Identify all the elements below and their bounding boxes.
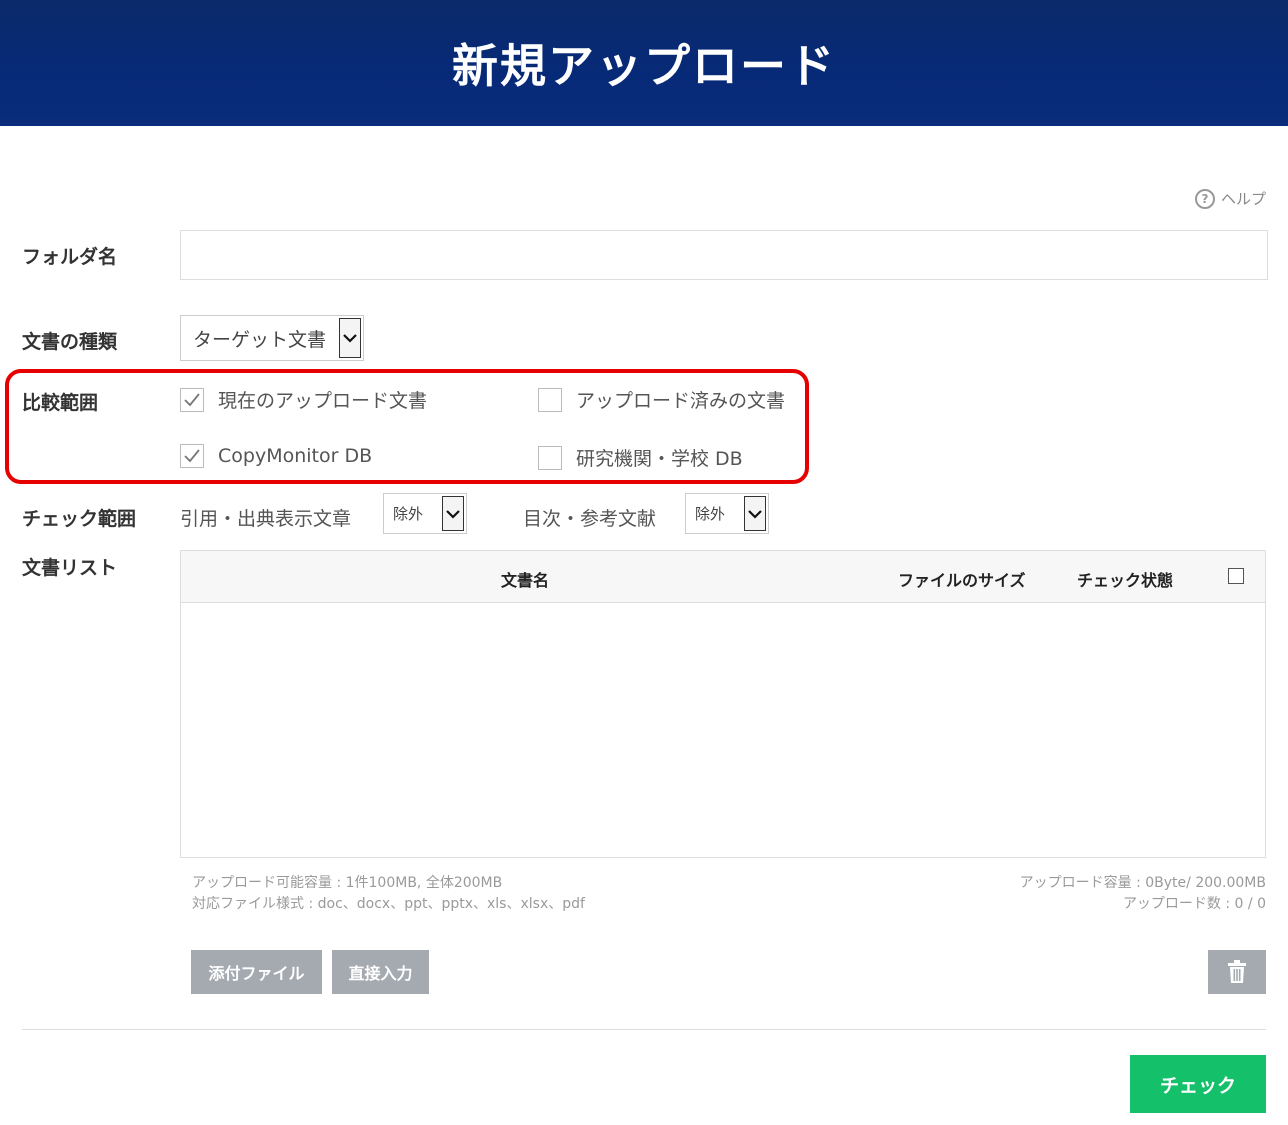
- checkbox-label: CopyMonitor DB: [218, 445, 373, 467]
- doc-type-value: ターゲット文書: [193, 328, 327, 351]
- compare-copymonitor-db[interactable]: CopyMonitor DB: [180, 444, 372, 468]
- folder-name-label: フォルダ名: [22, 246, 118, 268]
- checkbox[interactable]: [180, 387, 204, 412]
- doc-type-select[interactable]: ターゲット文書: [180, 315, 364, 361]
- scope-citation-value: 除外: [393, 505, 424, 523]
- scope-toc-label: 目次・参考文献: [523, 508, 657, 530]
- checkbox[interactable]: [180, 444, 204, 468]
- divider: [22, 1029, 1266, 1030]
- usage-text: アップロード容量 : 0Byte/ 200.00MB: [1019, 875, 1266, 891]
- chevron-down-icon: [442, 496, 464, 531]
- doc-list-label: 文書リスト: [22, 557, 118, 579]
- help-link[interactable]: ? ヘルプ: [1194, 188, 1266, 209]
- select-all-checkbox[interactable]: [1228, 568, 1244, 584]
- doc-list-table[interactable]: 文書名 ファイルのサイズ チェック状態: [180, 550, 1266, 858]
- help-label: ヘルプ: [1220, 190, 1266, 208]
- help-circle-icon: ?: [1194, 188, 1215, 209]
- checkmark-icon: [184, 449, 200, 463]
- trash-icon: [1228, 960, 1246, 983]
- upload-usage-info: アップロード容量 : 0Byte/ 200.00MB アップロード数 : 0 /…: [1020, 873, 1266, 915]
- col-file-size: ファイルのサイズ: [898, 571, 1026, 590]
- check-button[interactable]: チェック: [1130, 1055, 1266, 1113]
- chevron-down-icon: [744, 496, 766, 531]
- count-text: アップロード数 : 0 / 0: [1122, 896, 1266, 912]
- compare-institution-db[interactable]: 研究機関・学校 DB: [538, 444, 743, 471]
- attach-file-button[interactable]: 添付ファイル: [191, 950, 322, 994]
- scope-toc-value: 除外: [695, 505, 726, 523]
- checkbox[interactable]: [538, 387, 562, 412]
- page-title: 新規アップロード: [452, 39, 836, 93]
- scope-toc-select[interactable]: 除外: [685, 493, 769, 534]
- folder-name-input[interactable]: [180, 230, 1268, 280]
- delete-button[interactable]: [1208, 950, 1266, 994]
- direct-input-button[interactable]: 直接入力: [332, 950, 429, 994]
- compare-scope-label: 比較範囲: [22, 392, 99, 414]
- doc-type-label: 文書の種類: [22, 331, 118, 353]
- page-header: 新規アップロード: [0, 0, 1288, 126]
- col-doc-name: 文書名: [501, 571, 550, 590]
- checkbox-label: 現在のアップロード文書: [218, 390, 428, 412]
- checkbox-label: 研究機関・学校 DB: [576, 448, 743, 470]
- checkbox-label: アップロード済みの文書: [576, 390, 786, 412]
- checkbox[interactable]: [538, 445, 562, 470]
- formats-text: 対応ファイル様式 : doc、docx、ppt、pptx、xls、xlsx、pd…: [192, 896, 585, 912]
- upload-limits-info: アップロード可能容量 : 1件100MB, 全体200MB 対応ファイル様式 :…: [192, 873, 585, 915]
- compare-uploaded-docs[interactable]: アップロード済みの文書: [538, 386, 785, 413]
- capacity-text: アップロード可能容量 : 1件100MB, 全体200MB: [192, 875, 503, 891]
- scope-citation-label: 引用・出典表示文章: [180, 508, 352, 530]
- scope-citation-select[interactable]: 除外: [383, 493, 467, 534]
- table-header: 文書名 ファイルのサイズ チェック状態: [181, 551, 1265, 603]
- compare-current-upload[interactable]: 現在のアップロード文書: [180, 386, 427, 413]
- col-check-status: チェック状態: [1077, 571, 1174, 590]
- chevron-down-icon: [339, 318, 361, 358]
- checkmark-icon: [184, 392, 200, 406]
- check-scope-label: チェック範囲: [22, 508, 137, 530]
